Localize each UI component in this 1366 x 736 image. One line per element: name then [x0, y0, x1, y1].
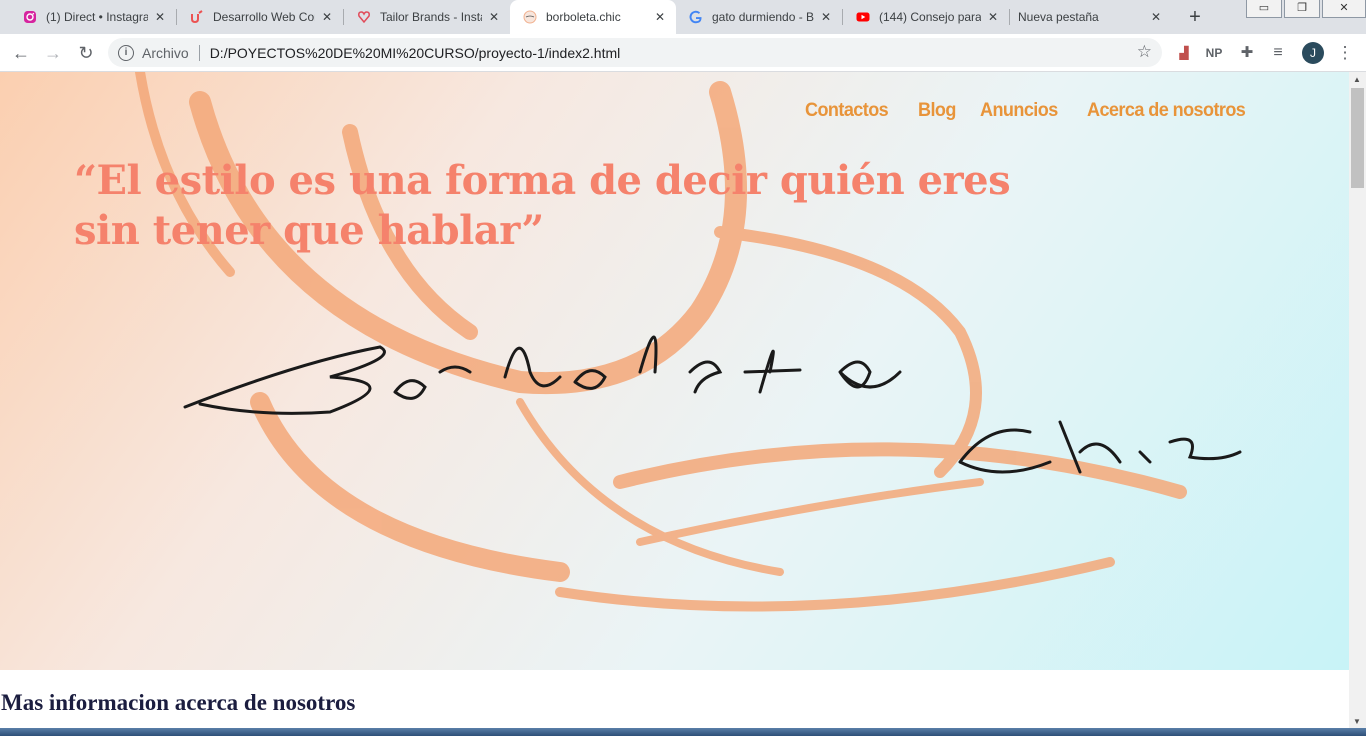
close-icon[interactable]: ✕ [152, 9, 168, 25]
close-icon[interactable]: ✕ [486, 9, 502, 25]
reload-button[interactable]: ↻ [73, 40, 99, 66]
scroll-thumb[interactable] [1351, 88, 1364, 188]
address-bar[interactable]: i Archivo D:/POYECTOS%20DE%20MI%20CURSO/… [108, 38, 1162, 67]
close-icon[interactable]: ✕ [985, 9, 1001, 25]
tailor-brands-icon [356, 9, 372, 25]
menu-icon[interactable]: ⋮ [1335, 43, 1355, 63]
close-icon[interactable]: ✕ [652, 9, 668, 25]
close-icon[interactable]: ✕ [818, 9, 834, 25]
tab-instagram[interactable]: (1) Direct • Instagram ✕ [10, 0, 176, 34]
tab-title: (144) Consejo para [879, 10, 981, 24]
nav-link-blog[interactable]: Blog [918, 100, 956, 122]
tab-desarrollo-web[interactable]: Desarrollo Web Completo ✕ [177, 0, 343, 34]
nav-link-anuncios[interactable]: Anuncios [980, 100, 1058, 122]
window-controls: ▭ ❐ ✕ [1244, 0, 1366, 18]
main-nav: Contactos Blog Anuncios Acerca de nosotr… [0, 100, 1349, 130]
tab-nueva-pestana[interactable]: Nueva pestaña ✕ [1006, 0, 1172, 34]
new-tab-button[interactable]: + [1181, 4, 1209, 30]
pdf-extension-icon[interactable]: ▟ [1174, 43, 1194, 63]
tab-title: Tailor Brands - Instagram [380, 10, 482, 24]
minimize-button[interactable]: ▭ [1246, 0, 1282, 18]
tab-gato-durmiendo[interactable]: gato durmiendo - Buscar ✕ [676, 0, 842, 34]
nav-link-contactos[interactable]: Contactos [805, 100, 889, 122]
info-icon[interactable]: i [118, 44, 134, 61]
hero-banner: Contactos Blog Anuncios Acerca de nosotr… [0, 72, 1349, 670]
bookmark-star-icon[interactable]: ☆ [1137, 42, 1152, 62]
nav-link-acerca[interactable]: Acerca de nosotros [1087, 100, 1246, 122]
close-window-button[interactable]: ✕ [1322, 0, 1366, 18]
tab-strip: (1) Direct • Instagram ✕ Desarrollo Web … [0, 0, 1366, 34]
section-title: Mas informacion acerca de nosotros [1, 690, 356, 715]
security-label: Archivo [142, 44, 189, 61]
extensions-puzzle-icon[interactable]: ✚ [1237, 43, 1257, 63]
google-icon [688, 9, 704, 25]
scroll-up-arrow-icon[interactable]: ▲ [1353, 75, 1361, 84]
restore-button[interactable]: ❐ [1284, 0, 1320, 18]
tab-borboleta-chic[interactable]: borboleta.chic ✕ [510, 0, 676, 34]
url-text[interactable]: D:/POYECTOS%20DE%20MI%20CURSO/proyecto-1… [210, 45, 621, 61]
browser-toolbar: ← → ↻ i Archivo D:/POYECTOS%20DE%20MI%20… [0, 34, 1366, 72]
close-icon[interactable]: ✕ [319, 9, 335, 25]
profile-avatar[interactable]: J [1302, 42, 1324, 64]
tab-title: Nueva pestaña [1018, 10, 1099, 24]
page-scrollbar[interactable]: ▲ ▼ [1349, 72, 1366, 728]
instagram-icon [22, 9, 38, 25]
tab-title: (1) Direct • Instagram [46, 10, 148, 24]
tab-title: gato durmiendo - Buscar [712, 10, 814, 24]
close-icon[interactable]: ✕ [1148, 9, 1164, 25]
scroll-down-arrow-icon[interactable]: ▼ [1353, 717, 1361, 726]
tab-title: borboleta.chic [546, 10, 621, 24]
np-extension-icon[interactable]: NP [1204, 43, 1224, 63]
forward-button[interactable]: → [40, 40, 66, 66]
youtube-icon [855, 9, 871, 25]
tab-youtube[interactable]: (144) Consejo para ✕ [843, 0, 1009, 34]
hero-quote: “El estilo es una forma de decir quién e… [74, 157, 1011, 254]
os-taskbar [0, 728, 1366, 736]
page-favicon [522, 9, 538, 25]
back-button[interactable]: ← [8, 40, 34, 66]
udemy-icon [189, 9, 205, 25]
tab-tailor-brands[interactable]: Tailor Brands - Instagram ✕ [344, 0, 510, 34]
page-viewport: Contactos Blog Anuncios Acerca de nosotr… [0, 72, 1349, 728]
tab-title: Desarrollo Web Completo [213, 10, 315, 24]
media-control-icon[interactable]: ≡ [1268, 43, 1288, 63]
